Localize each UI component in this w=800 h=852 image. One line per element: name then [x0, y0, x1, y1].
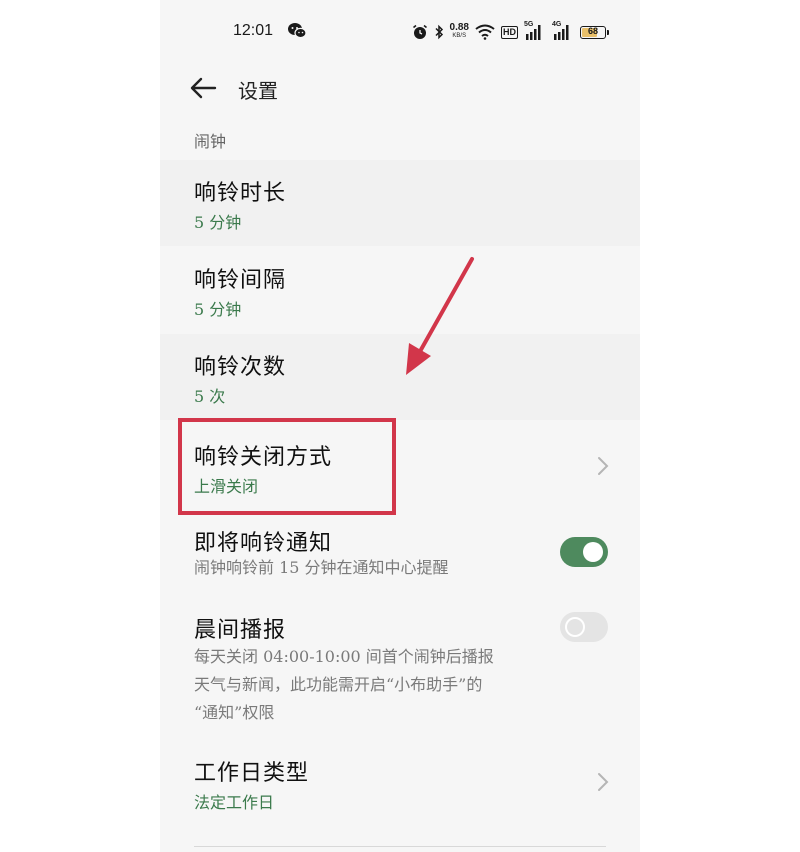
alarm-icon [412, 24, 427, 39]
setting-title: 工作日类型 [194, 761, 310, 786]
toggle-knob [565, 617, 585, 637]
setting-description-line: “通知”权限 [194, 703, 275, 722]
setting-morning-broadcast[interactable]: 晨间播报 每天关闭 04:00-10:00 间首个闹钟后播报 天气与新闻，此功能… [160, 598, 640, 733]
signal-5g-icon: 5G [524, 21, 546, 41]
setting-description-line: 天气与新闻，此功能需开启“小布助手”的 [194, 675, 483, 694]
morning-broadcast-toggle[interactable] [560, 612, 608, 642]
bluetooth-icon [435, 24, 443, 40]
setting-description: 闹钟响铃前 15 分钟在通知中心提醒 [194, 558, 449, 577]
signal-4g-icon: 4G [552, 21, 574, 41]
setting-title: 响铃间隔 [194, 268, 287, 293]
divider [194, 846, 606, 847]
status-time: 12:01 [233, 22, 274, 39]
section-label-alarm: 闹钟 [194, 132, 227, 151]
status-icons: 0.88 KB/S HD 5G 4G 68 [412, 21, 609, 42]
toggle-knob [583, 542, 603, 562]
back-arrow-icon[interactable] [188, 74, 218, 102]
setting-workday-type[interactable]: 工作日类型 法定工作日 [160, 740, 640, 826]
phone-screen: 12:01 0.88 KB/S HD 5G 4G 68 设置 闹钟 响铃时长 5… [160, 0, 640, 852]
page-title: 设置 [238, 79, 278, 103]
setting-value: 5 分钟 [194, 213, 242, 232]
chevron-right-icon [598, 773, 609, 791]
battery-icon: 68 [580, 25, 609, 39]
upcoming-notification-toggle[interactable] [560, 537, 608, 567]
setting-description-line: 每天关闭 04:00-10:00 间首个闹钟后播报 [194, 647, 494, 666]
chevron-right-icon [598, 457, 609, 475]
setting-value: 法定工作日 [194, 793, 275, 812]
wechat-icon [288, 23, 307, 39]
annotation-highlight-box [178, 418, 396, 515]
network-speed: 0.88 KB/S [449, 22, 469, 40]
hd-badge: HD [501, 25, 518, 39]
setting-title: 响铃次数 [194, 355, 287, 380]
top-app-bar: 设置 [160, 64, 640, 112]
setting-title: 响铃时长 [194, 181, 287, 206]
setting-title: 晨间播报 [194, 618, 287, 643]
setting-value: 5 次 [194, 387, 226, 406]
setting-ring-duration[interactable]: 响铃时长 5 分钟 [160, 160, 640, 246]
status-bar: 12:01 0.88 KB/S HD 5G 4G 68 [160, 0, 640, 64]
wifi-icon [475, 24, 495, 40]
annotation-arrow-icon [406, 257, 474, 375]
setting-value: 5 分钟 [194, 300, 242, 319]
setting-upcoming-notification[interactable]: 即将响铃通知 闹钟响铃前 15 分钟在通知中心提醒 [160, 513, 640, 593]
